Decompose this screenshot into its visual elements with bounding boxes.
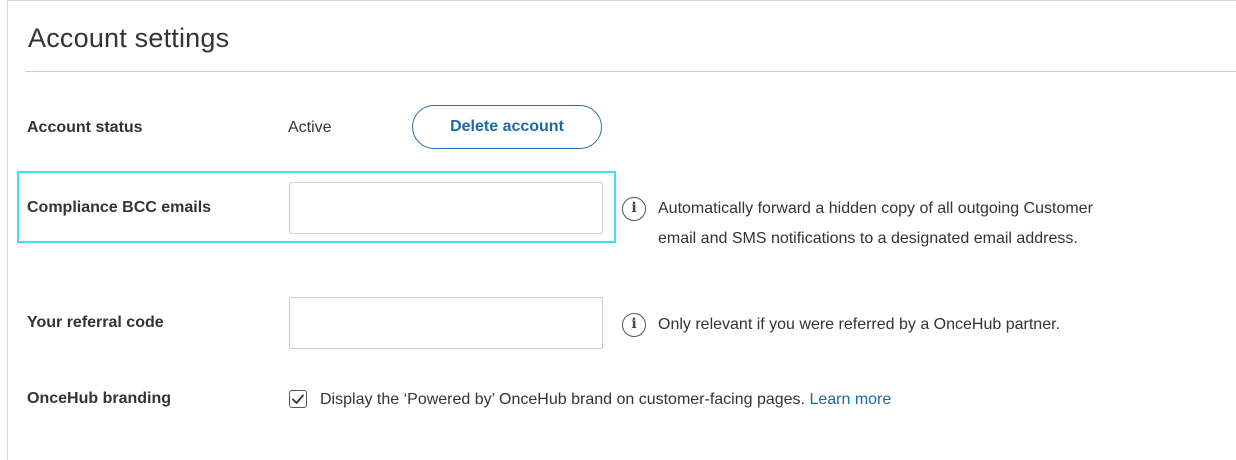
account-status-value: Active xyxy=(288,119,332,136)
account-settings-panel: Account settings Account status Active D… xyxy=(7,0,1236,460)
delete-account-button[interactable]: Delete account xyxy=(412,105,602,149)
learn-more-link[interactable]: Learn more xyxy=(809,391,891,408)
branding-text: Display the ‘Powered by’ OnceHub brand o… xyxy=(320,391,805,408)
info-icon: i xyxy=(622,197,646,221)
account-status-label: Account status xyxy=(27,119,143,136)
page-title: Account settings xyxy=(28,23,230,53)
compliance-bcc-label: Compliance BCC emails xyxy=(27,199,212,216)
referral-code-label: Your referral code xyxy=(27,314,164,331)
compliance-bcc-input[interactable] xyxy=(289,182,603,234)
compliance-bcc-help: Automatically forward a hidden copy of a… xyxy=(658,197,1093,251)
referral-code-help: Only relevant if you were referred by a … xyxy=(658,316,1060,333)
checkmark-icon xyxy=(292,394,304,404)
branding-checkbox[interactable] xyxy=(289,390,307,408)
branding-description: Display the ‘Powered by’ OnceHub brand o… xyxy=(320,391,891,409)
oncehub-branding-label: OnceHub branding xyxy=(27,390,171,407)
compliance-bcc-help-line2: email and SMS notifications to a designa… xyxy=(658,230,1078,247)
compliance-bcc-help-line1: Automatically forward a hidden copy of a… xyxy=(658,200,1093,217)
info-icon: i xyxy=(622,313,646,337)
title-divider xyxy=(25,71,1236,72)
referral-code-input[interactable] xyxy=(289,297,603,349)
